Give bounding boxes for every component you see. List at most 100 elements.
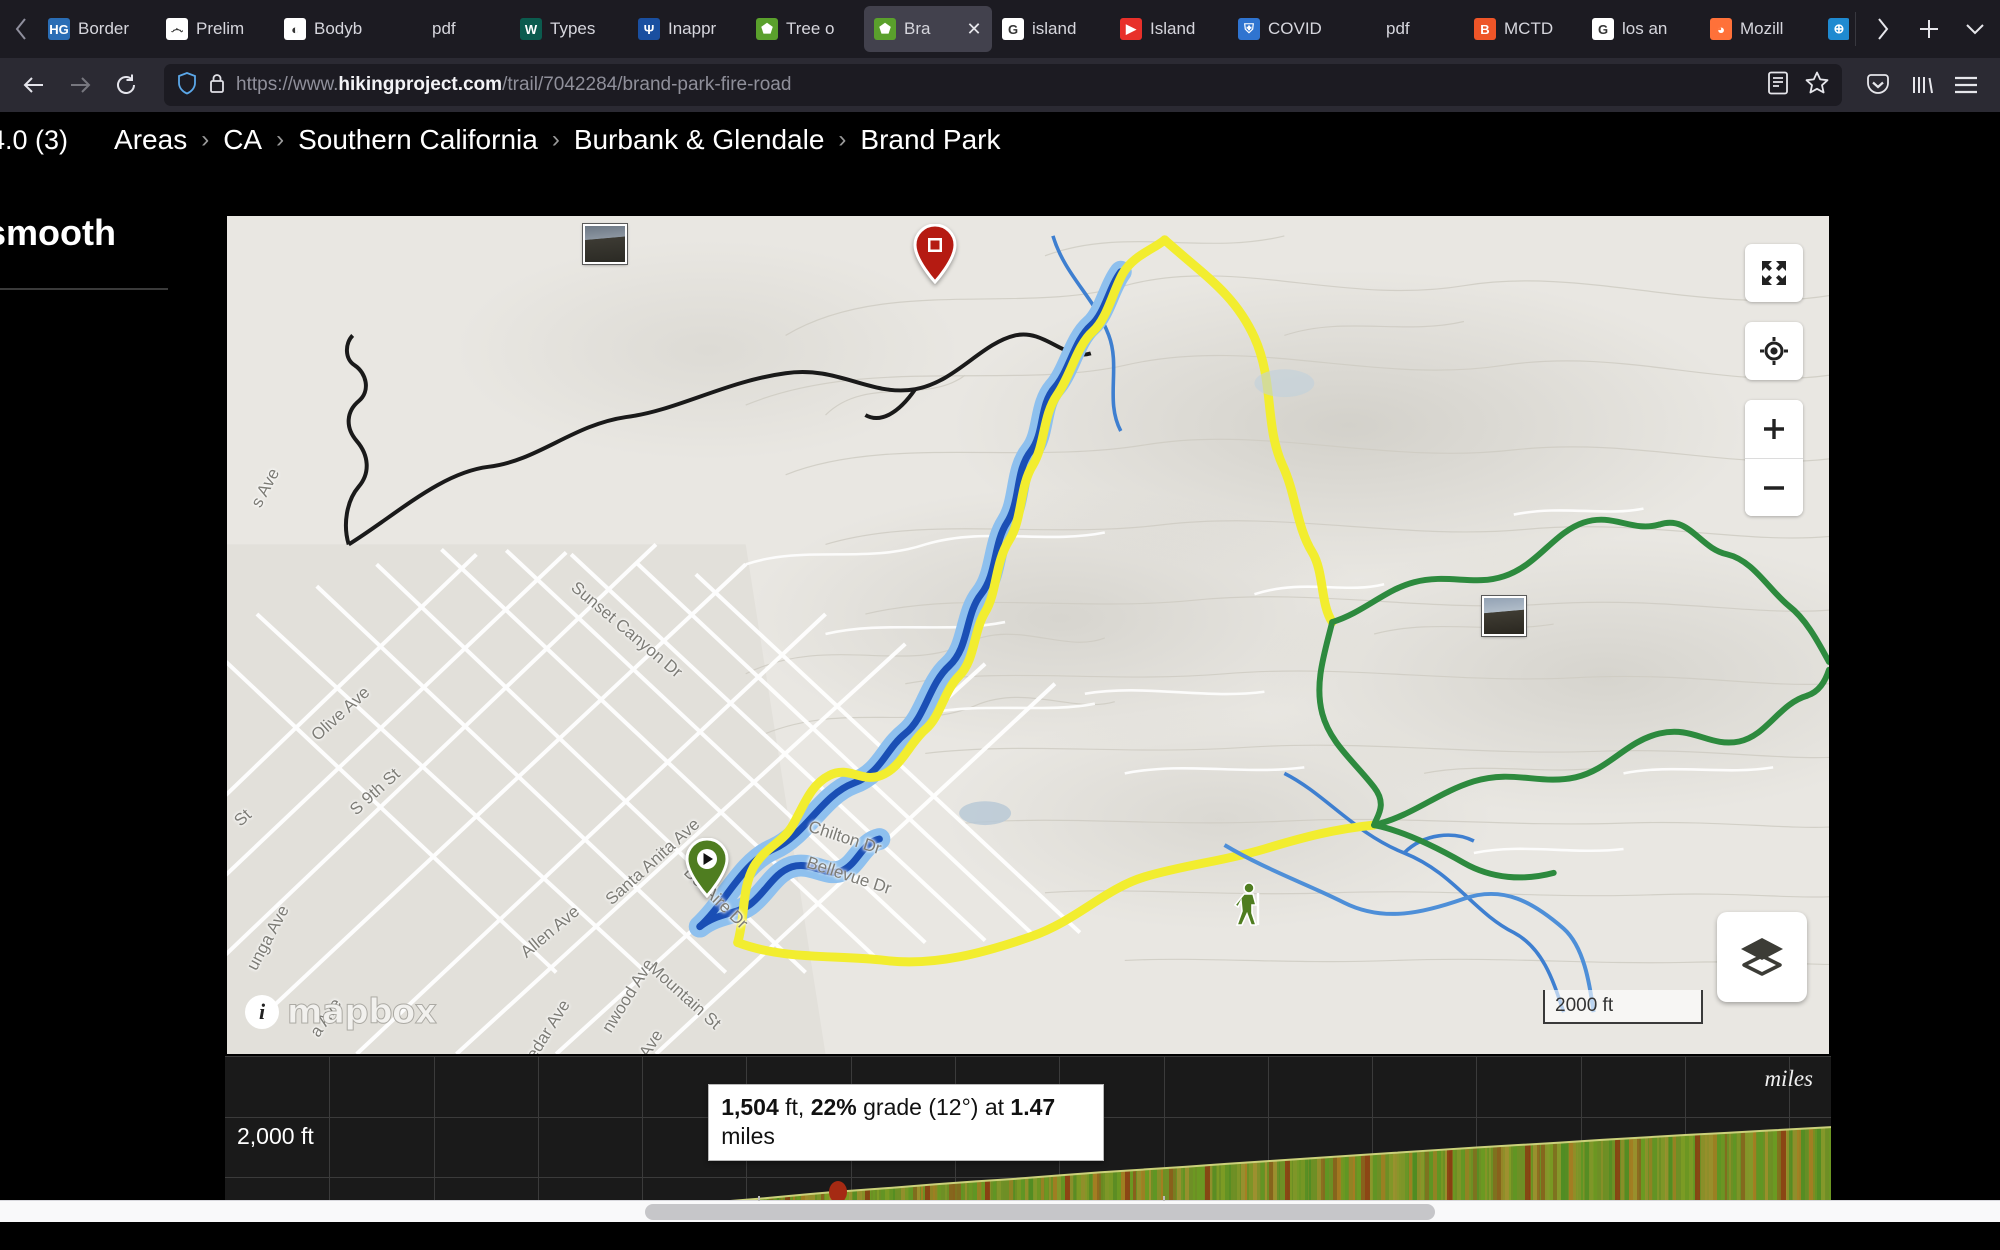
tab-title: Tree o — [786, 19, 835, 38]
lock-icon[interactable] — [208, 72, 226, 99]
app-menu-icon[interactable] — [1946, 65, 1986, 105]
tab-bar: HG Border ෴ Prelim ◐ Bodyb pdf W Types Ψ Inappr ⬟ Tr… — [0, 0, 2000, 58]
browser-tab[interactable]: pdf — [1346, 6, 1464, 52]
breadcrumb-item[interactable]: Southern California — [298, 124, 538, 156]
tab-favicon: ◕ — [1710, 18, 1732, 40]
zoom-out-button[interactable] — [1745, 458, 1803, 516]
scroll-tabs-right-button[interactable] — [1862, 8, 1904, 50]
scroll-notch — [758, 1196, 760, 1201]
shield-icon[interactable] — [176, 71, 198, 100]
zoom-controls — [1745, 400, 1803, 516]
browser-tab[interactable]: HG Border — [38, 6, 156, 52]
mapbox-attribution[interactable]: i mapbox — [245, 992, 437, 1033]
library-icon[interactable] — [1902, 65, 1942, 105]
browser-tab[interactable]: ⬟ Tree o — [746, 6, 864, 52]
zoom-in-button[interactable] — [1745, 400, 1803, 458]
tooltip-grade-text: grade (12°) at — [856, 1094, 1011, 1120]
map-layers-button[interactable] — [1717, 912, 1807, 1002]
scrollbar-thumb[interactable] — [645, 1204, 1435, 1220]
tooltip-grade: 22% — [810, 1094, 857, 1120]
tab-title: Bra — [904, 19, 931, 38]
tab-close-button[interactable]: ✕ — [966, 19, 982, 40]
tab-title: Border — [78, 19, 130, 38]
browser-tab[interactable]: Glos an — [1582, 6, 1700, 52]
browser-tab[interactable]: pdf — [392, 6, 510, 52]
browser-tab[interactable]: B MCTD — [1464, 6, 1582, 52]
photo-thumbnail[interactable] — [1481, 595, 1527, 637]
browser-tab[interactable]: ▶ Island — [1110, 6, 1228, 52]
browser-tab[interactable]: ⊕(23,96 — [1818, 6, 1849, 52]
tab-favicon: ⬟ — [874, 18, 896, 40]
breadcrumb-separator: › — [551, 126, 560, 153]
tab-title: COVID — [1268, 19, 1322, 38]
breadcrumb-separator: › — [276, 126, 285, 153]
browser-tab[interactable]: Ψ Inappr — [628, 6, 746, 52]
tab-favicon: ෴ — [166, 18, 188, 40]
map-vector-layer — [227, 235, 1829, 1054]
breadcrumb-item[interactable]: Brand Park — [860, 124, 1000, 156]
tooltip-elevation: 1,504 — [721, 1094, 779, 1120]
tab-favicon: Ψ — [638, 18, 660, 40]
breadcrumb-item[interactable]: Areas — [114, 124, 187, 156]
breadcrumb-separator: › — [838, 126, 847, 153]
reload-button[interactable] — [106, 65, 146, 105]
chart-y-tick-label: 2,000 ft — [237, 1122, 314, 1149]
map-scale-label: 2000 ft — [1555, 995, 1614, 1016]
tooltip-distance-unit: miles — [721, 1123, 775, 1150]
tab-title: MCTD — [1504, 19, 1554, 38]
map-canvas[interactable]: s Ave Olive Ave S 9th St St Sunset Canyon Dr… — [227, 216, 1829, 1054]
browser-tab[interactable]: ෴ Prelim — [156, 6, 274, 52]
browser-tab[interactable]: ⛨ COVID — [1228, 6, 1346, 52]
url-text[interactable]: https://www.hikingproject.com/trail/7042… — [236, 74, 791, 96]
mapbox-wordmark: mapbox — [286, 992, 437, 1033]
reader-view-icon[interactable] — [1766, 70, 1790, 101]
navigation-toolbar: https://www.hikingproject.com/trail/7042… — [0, 58, 2000, 112]
tab-title: Types — [550, 19, 596, 38]
browser-tab[interactable]: ⬟ Bra ✕ — [864, 6, 992, 52]
geolocate-button[interactable] — [1745, 322, 1803, 380]
browser-tab[interactable]: W Types — [510, 6, 628, 52]
rating-fragment: 4.0 (3) — [0, 124, 69, 155]
trail-end-marker[interactable] — [913, 223, 957, 289]
bookmark-star-icon[interactable] — [1804, 70, 1830, 101]
pocket-icon[interactable] — [1858, 65, 1898, 105]
new-tab-button[interactable] — [1908, 8, 1950, 50]
tab-title: Island — [1150, 19, 1196, 38]
list-all-tabs-button[interactable] — [1954, 8, 1996, 50]
tab-strip[interactable]: HG Border ෴ Prelim ◐ Bodyb pdf W Types Ψ Inappr ⬟ Tr… — [38, 5, 1849, 53]
breadcrumb-item[interactable]: CA — [223, 124, 262, 156]
tab-favicon: ▶ — [1120, 18, 1142, 40]
page-content: 4.0 (3) Areas › CA › Southern California › Bur… — [0, 112, 2000, 1222]
address-bar[interactable]: https://www.hikingproject.com/trail/7042… — [164, 64, 1842, 106]
tab-bar-actions — [1855, 12, 1996, 46]
trail-start-marker[interactable] — [685, 837, 729, 903]
photo-image — [582, 223, 628, 265]
tab-favicon: ⬟ — [756, 18, 778, 40]
scroll-notch — [1163, 1196, 1165, 1201]
map-scale-bar: 2000 ft — [1543, 990, 1703, 1024]
tab-favicon: W — [520, 18, 542, 40]
browser-tab[interactable]: ◕ Mozill — [1700, 6, 1818, 52]
toolbar-actions — [1858, 65, 1986, 105]
photo-thumbnail[interactable] — [582, 223, 628, 265]
map-info-icon[interactable]: i — [245, 995, 279, 1029]
tab-title: los an — [1622, 19, 1668, 38]
tab-favicon — [1356, 18, 1378, 40]
elevation-profile-chart[interactable]: 0.51.01.52.02.53.03.5 2,000 ft miles 1,5… — [225, 1056, 1831, 1222]
scroll-tabs-left-button[interactable] — [4, 7, 38, 51]
browser-tab[interactable]: Gisland — [992, 6, 1110, 52]
tab-title: pdf — [432, 19, 456, 38]
back-button[interactable] — [14, 65, 54, 105]
forward-button[interactable] — [60, 65, 100, 105]
chart-hover-tooltip: 1,504 ft, 22% grade (12°) at 1.47 miles — [708, 1084, 1105, 1161]
breadcrumb-item[interactable]: Burbank & Glendale — [574, 124, 825, 156]
tooltip-distance: 1.47 — [1010, 1094, 1056, 1120]
browser-tab[interactable]: ◐ Bodyb — [274, 6, 392, 52]
tab-favicon: ⛨ — [1238, 18, 1260, 40]
tab-favicon: ⊕ — [1828, 18, 1849, 40]
fullscreen-button[interactable] — [1745, 244, 1803, 302]
divider — [0, 288, 168, 290]
trail-map[interactable]: s Ave Olive Ave S 9th St St Sunset Canyon Dr… — [225, 214, 1831, 1056]
horizontal-scrollbar[interactable] — [0, 1196, 2000, 1222]
tab-favicon: B — [1474, 18, 1496, 40]
